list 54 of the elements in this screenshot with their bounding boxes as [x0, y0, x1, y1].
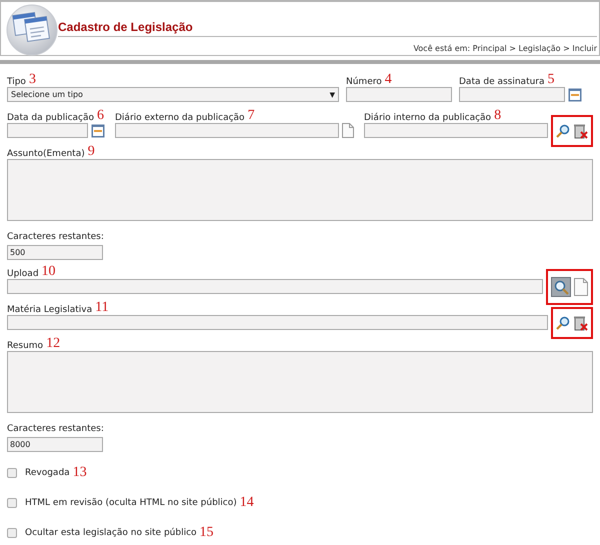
- field-label: Resumo: [7, 341, 44, 351]
- annotation-number: 6: [97, 109, 104, 123]
- counter-field: 500: [7, 245, 103, 260]
- field-label: Tipo: [7, 77, 26, 87]
- annotation-number: 3: [28, 73, 36, 87]
- calendar-icon[interactable]: [91, 124, 105, 138]
- date-field[interactable]: [459, 87, 565, 102]
- annotation-number: 11: [95, 301, 109, 315]
- annotation-number: 14: [240, 496, 254, 510]
- number-field[interactable]: [346, 87, 452, 102]
- field-label: Diário interno da publicação: [364, 113, 492, 123]
- text-area[interactable]: [7, 159, 593, 221]
- checkbox[interactable]: [7, 498, 17, 508]
- checkbox[interactable]: [7, 528, 17, 538]
- annotation-number: 7: [248, 109, 255, 123]
- document-icon[interactable]: [574, 278, 588, 296]
- counter-label: Caracteres restantes:: [7, 424, 104, 434]
- text-field[interactable]: [115, 123, 339, 138]
- checkbox-label: HTML em revisão (oculta HTML no site público): [25, 498, 237, 508]
- annotation-number: 12: [46, 337, 60, 351]
- breadcrumb: Você está em: Principal > Legislação > Incluir: [412, 44, 597, 53]
- text-field[interactable]: [7, 315, 548, 330]
- counter-label: Caracteres restantes:: [7, 232, 104, 242]
- search-button[interactable]: [551, 276, 571, 296]
- annotation-number: 9: [88, 145, 95, 159]
- annotation-number: 5: [548, 73, 555, 87]
- document-icon[interactable]: [342, 123, 354, 138]
- text-area[interactable]: [7, 351, 593, 413]
- checkbox[interactable]: [7, 468, 17, 478]
- annotation-number: 13: [72, 466, 87, 480]
- annotation-number: 8: [494, 109, 502, 123]
- date-field[interactable]: [7, 123, 88, 138]
- search-icon[interactable]: [556, 124, 570, 138]
- calendar-icon[interactable]: [568, 88, 582, 102]
- page-title: Cadastro de Legislação: [58, 20, 597, 37]
- delete-icon[interactable]: [573, 122, 588, 138]
- field-label: Matéria Legislativa: [7, 305, 92, 315]
- logo-icon: [6, 4, 58, 56]
- text-field[interactable]: [364, 123, 548, 138]
- counter-field: 8000: [7, 437, 103, 452]
- field-label: Data de assinatura: [459, 77, 545, 87]
- annotation-number: 10: [42, 265, 56, 279]
- field-label: Upload: [7, 269, 39, 279]
- delete-icon[interactable]: [573, 314, 588, 330]
- search-icon[interactable]: [556, 316, 570, 330]
- checkbox-label: Ocultar esta legislação no site público: [25, 528, 197, 538]
- field-label: Diário externo da publicação: [115, 113, 245, 123]
- annotation-number: 15: [200, 526, 214, 540]
- checkbox-label: Revogada: [25, 468, 70, 478]
- file-field[interactable]: [7, 279, 543, 294]
- annotation-number: 4: [384, 73, 392, 87]
- field-label: Data da publicação: [7, 113, 94, 123]
- field-label: Assunto(Ementa): [7, 149, 85, 159]
- field-label: Número: [346, 77, 382, 87]
